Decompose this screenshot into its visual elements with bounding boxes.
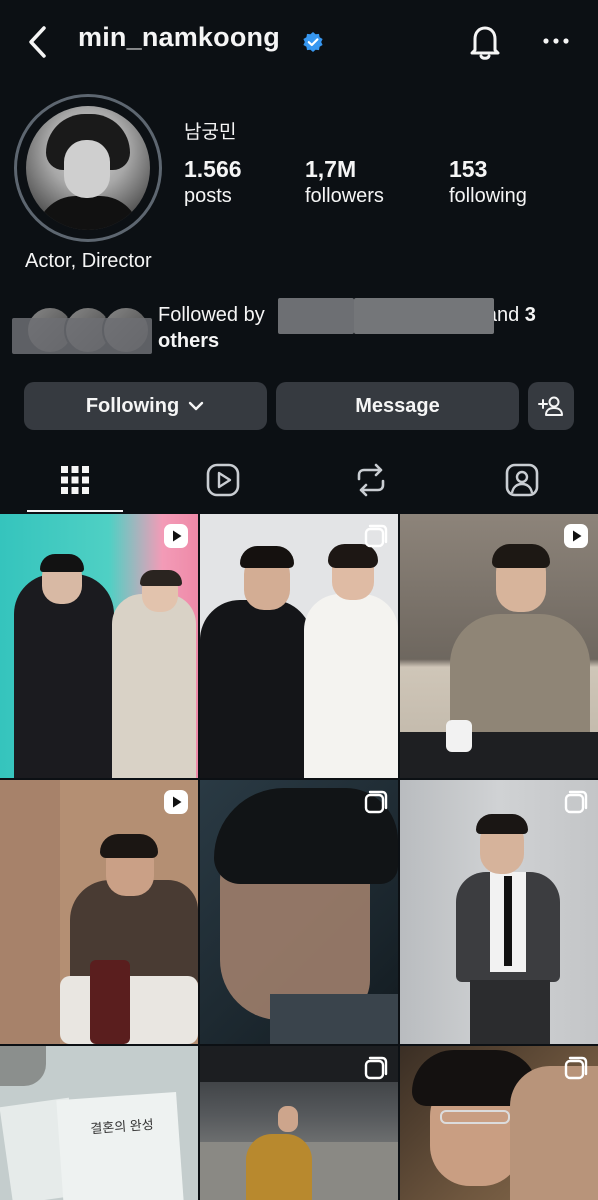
posts-grid: 결혼의 완성 (0, 514, 598, 1200)
posts-label: posts (184, 185, 232, 207)
avatar-image (26, 106, 150, 230)
chevron-down-icon (188, 401, 204, 411)
repost-icon (357, 463, 385, 497)
back-button[interactable] (26, 22, 56, 62)
stat-following[interactable]: 153 following (449, 156, 527, 208)
followed-by[interactable]: Followed by and 3 others (12, 298, 572, 358)
reel-icon (164, 524, 188, 548)
following-label: following (449, 185, 527, 207)
display-name: 남궁민 (184, 122, 237, 143)
carousel-icon (564, 790, 588, 814)
followers-count: 1,7M (305, 156, 357, 182)
tab-tagged[interactable] (474, 446, 570, 514)
post-thumbnail[interactable] (400, 1046, 598, 1200)
reels-icon (206, 463, 240, 497)
more-horizontal-icon (543, 38, 569, 44)
verified-badge-icon (303, 32, 323, 52)
top-bar: min_namkoong (0, 0, 598, 84)
stat-posts[interactable]: 1.566 posts (184, 156, 242, 208)
chevron-left-icon (29, 26, 46, 58)
tab-reels[interactable] (175, 446, 271, 514)
tagged-icon (505, 463, 539, 497)
bell-icon (470, 26, 500, 60)
stat-followers[interactable]: 1,7M followers (305, 156, 384, 208)
profile-avatar[interactable] (14, 94, 162, 242)
post-thumbnail[interactable] (200, 514, 398, 778)
post-thumbnail[interactable]: 결혼의 완성 (0, 1046, 198, 1200)
post-thumbnail[interactable] (200, 780, 398, 1044)
redacted-username (278, 298, 354, 334)
following-label: Following (85, 394, 180, 417)
post-thumbnail[interactable] (200, 1046, 398, 1200)
followers-label: followers (305, 185, 384, 207)
posts-count: 1.566 (184, 156, 242, 182)
suggested-users-button[interactable] (528, 382, 574, 430)
carousel-icon (364, 1056, 388, 1080)
reel-icon (164, 790, 188, 814)
redacted-username (354, 298, 494, 334)
post-thumbnail[interactable] (0, 780, 198, 1044)
following-count: 153 (449, 156, 488, 182)
carousel-icon (364, 790, 388, 814)
following-button[interactable]: Following (24, 382, 267, 430)
post-thumbnail[interactable] (400, 514, 598, 778)
grid-icon (61, 466, 89, 494)
carousel-icon (564, 1056, 588, 1080)
message-label: Message (355, 394, 440, 417)
profile-tabs (0, 446, 598, 514)
post-thumbnail[interactable] (400, 780, 598, 1044)
mutual-follower-avatars (12, 306, 157, 354)
tab-posts-grid[interactable] (27, 446, 123, 514)
notifications-button[interactable] (466, 22, 504, 62)
redacted-block (12, 318, 152, 354)
message-button[interactable]: Message (276, 382, 519, 430)
more-options-button[interactable] (540, 26, 572, 56)
carousel-icon (364, 524, 388, 548)
post-thumbnail[interactable] (0, 514, 198, 778)
profile-bio: Actor, Director (25, 250, 152, 272)
profile-username: min_namkoong (78, 22, 280, 52)
add-person-icon (538, 396, 563, 416)
reel-icon (564, 524, 588, 548)
followed-by-prefix: Followed by (158, 304, 265, 326)
tab-reposts[interactable] (323, 446, 419, 514)
